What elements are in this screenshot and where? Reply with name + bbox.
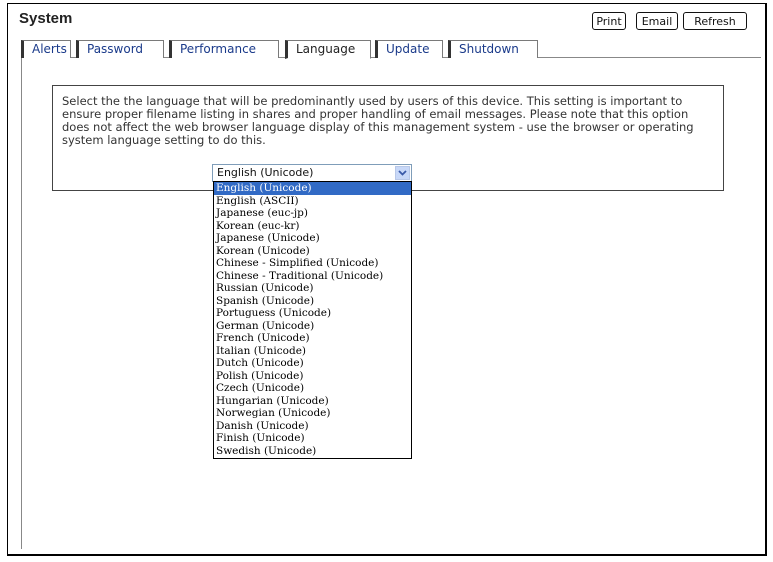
language-option[interactable]: Hungarian (Unicode) bbox=[214, 395, 411, 408]
language-option[interactable]: German (Unicode) bbox=[214, 320, 411, 333]
tab-language[interactable]: Language bbox=[285, 40, 371, 59]
language-select[interactable]: English (Unicode) bbox=[212, 164, 412, 182]
language-option[interactable]: Chinese - Traditional (Unicode) bbox=[214, 270, 411, 283]
language-option[interactable]: English (ASCII) bbox=[214, 195, 411, 208]
tab-shutdown[interactable]: Shutdown bbox=[448, 40, 538, 58]
language-option[interactable]: Italian (Unicode) bbox=[214, 345, 411, 358]
language-select-value: English (Unicode) bbox=[217, 166, 314, 179]
language-option[interactable]: Portuguess (Unicode) bbox=[214, 307, 411, 320]
language-option[interactable]: Korean (euc-kr) bbox=[214, 220, 411, 233]
language-option[interactable]: Spanish (Unicode) bbox=[214, 295, 411, 308]
language-option[interactable]: Japanese (Unicode) bbox=[214, 232, 411, 245]
language-description: Select the the language that will be pre… bbox=[62, 94, 694, 147]
language-option[interactable]: Polish (Unicode) bbox=[214, 370, 411, 383]
language-option[interactable]: French (Unicode) bbox=[214, 332, 411, 345]
tab-performance[interactable]: Performance bbox=[169, 40, 279, 58]
language-option[interactable]: Swedish (Unicode) bbox=[214, 445, 411, 458]
page-title: System bbox=[19, 10, 73, 27]
tab-alerts[interactable]: Alerts bbox=[21, 40, 71, 58]
language-option[interactable]: Russian (Unicode) bbox=[214, 282, 411, 295]
refresh-button[interactable]: Refresh bbox=[683, 12, 747, 30]
tab-update[interactable]: Update bbox=[375, 40, 443, 58]
language-option[interactable]: Czech (Unicode) bbox=[214, 382, 411, 395]
tab-password[interactable]: Password bbox=[76, 40, 164, 58]
email-button[interactable]: Email bbox=[636, 12, 678, 30]
print-button[interactable]: Print bbox=[592, 12, 626, 30]
chevron-down-icon[interactable] bbox=[395, 166, 410, 180]
language-option[interactable]: Japanese (euc-jp) bbox=[214, 207, 411, 220]
language-option[interactable]: Norwegian (Unicode) bbox=[214, 407, 411, 420]
language-option[interactable]: Finish (Unicode) bbox=[214, 432, 411, 445]
language-option[interactable]: Korean (Unicode) bbox=[214, 245, 411, 258]
language-option[interactable]: Danish (Unicode) bbox=[214, 420, 411, 433]
language-option[interactable]: Dutch (Unicode) bbox=[214, 357, 411, 370]
language-dropdown-list: English (Unicode) English (ASCII) Japane… bbox=[213, 181, 412, 459]
language-option[interactable]: English (Unicode) bbox=[214, 182, 411, 195]
language-option[interactable]: Chinese - Simplified (Unicode) bbox=[214, 257, 411, 270]
